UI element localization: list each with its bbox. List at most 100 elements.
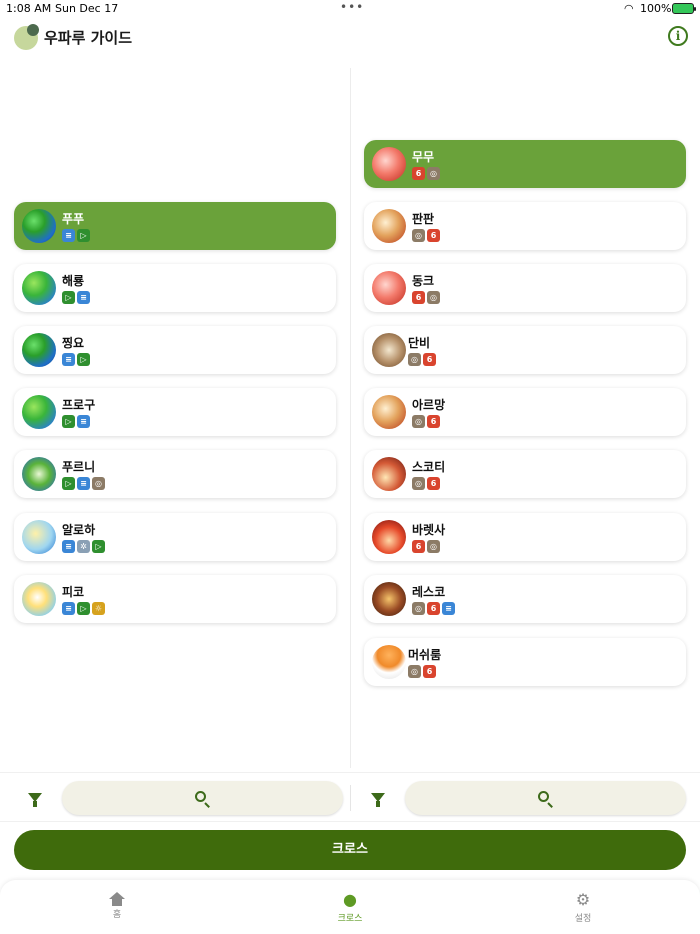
tab-bar: 홈 ● 크로스 ⚙ 설정	[0, 880, 700, 934]
gear-icon: ⚙	[575, 890, 591, 909]
monster-name: 무무	[412, 150, 435, 164]
ice-element-icon: ✲	[77, 540, 90, 553]
monster-name: 아르망	[412, 398, 446, 412]
list-item-right-3[interactable]: 단비 ◎ 6	[364, 326, 686, 374]
filter-divider	[350, 785, 351, 811]
monster-name: 레스코	[412, 585, 446, 599]
water-element-icon: ≡	[62, 540, 75, 553]
earth-element-icon: ◎	[92, 477, 105, 490]
monster-avatar	[372, 645, 406, 679]
element-badges: ≡ ✲ ▷	[62, 540, 105, 553]
monster-name: 단비	[408, 336, 431, 350]
list-item-left-5[interactable]: 알로하 ≡ ✲ ▷	[14, 513, 336, 561]
tab-settings[interactable]: ⚙ 설정	[543, 890, 623, 924]
element-badges: ◎ 6	[412, 477, 440, 490]
cross-button[interactable]: 크로스	[14, 830, 686, 870]
monster-avatar	[372, 457, 406, 491]
monster-avatar	[22, 271, 56, 305]
element-badges: ◎ 6	[408, 353, 436, 366]
monster-avatar	[372, 520, 406, 554]
monster-name: 해룡	[62, 274, 85, 288]
fire-element-icon: 6	[412, 291, 425, 304]
status-date: Sun Dec 17	[55, 2, 119, 15]
list-item-left-4[interactable]: 푸르니 ▷ ≡ ◎	[14, 450, 336, 498]
list-item-right-2[interactable]: 동크 6 ◎	[364, 264, 686, 312]
monster-name: 판판	[412, 212, 435, 226]
element-badges: ≡ ▷	[62, 353, 90, 366]
element-badges: ≡ ▷ ☼	[62, 602, 105, 615]
fire-element-icon: 6	[427, 477, 440, 490]
element-badges: ◎ 6	[412, 229, 440, 242]
list-item-left-6[interactable]: 피코 ≡ ▷ ☼	[14, 575, 336, 623]
earth-element-icon: ◎	[427, 167, 440, 180]
element-badges: 6 ◎	[412, 167, 440, 180]
monster-name: 스코티	[412, 460, 446, 474]
water-element-icon: ≡	[62, 602, 75, 615]
water-element-icon: ≡	[77, 477, 90, 490]
search-icon	[538, 791, 549, 802]
light-element-icon: ☼	[92, 602, 105, 615]
filter-icon[interactable]	[28, 793, 42, 807]
list-item-left-2[interactable]: 찡요 ≡ ▷	[14, 326, 336, 374]
list-item-right-6[interactable]: 바렛사 6 ◎	[364, 513, 686, 561]
element-badges: 6 ◎	[412, 540, 440, 553]
earth-element-icon: ◎	[408, 665, 421, 678]
list-item-right-4[interactable]: 아르망 ◎ 6	[364, 388, 686, 436]
battery-icon	[672, 3, 696, 14]
water-element-icon: ≡	[77, 415, 90, 428]
plant-element-icon: ▷	[92, 540, 105, 553]
monster-name: 프로구	[62, 398, 96, 412]
monster-name: 바렛사	[412, 523, 446, 537]
monster-name: 알로하	[62, 523, 96, 537]
monster-name: 동크	[412, 274, 435, 288]
tab-cross[interactable]: ● 크로스	[310, 890, 390, 924]
search-input-left[interactable]	[62, 781, 343, 815]
app-logo	[14, 24, 39, 50]
element-badges: ▷ ≡ ◎	[62, 477, 105, 490]
wifi-icon: ◠	[624, 2, 634, 15]
tab-label: 크로스	[337, 914, 363, 924]
fire-element-icon: 6	[427, 602, 440, 615]
tab-home[interactable]: 홈	[77, 890, 157, 920]
monster-name: 푸르니	[62, 460, 96, 474]
palette-icon: ●	[343, 890, 357, 909]
monster-avatar	[22, 582, 56, 616]
plant-element-icon: ▷	[77, 602, 90, 615]
earth-element-icon: ◎	[412, 229, 425, 242]
list-item-right-5[interactable]: 스코티 ◎ 6	[364, 450, 686, 498]
search-input-right[interactable]	[405, 781, 686, 815]
plant-element-icon: ▷	[62, 291, 75, 304]
list-item-right-7[interactable]: 레스코 ◎ 6 ≡	[364, 575, 686, 623]
earth-element-icon: ◎	[408, 353, 421, 366]
earth-element-icon: ◎	[412, 477, 425, 490]
list-item-right-1[interactable]: 판판 ◎ 6	[364, 202, 686, 250]
fire-element-icon: 6	[423, 353, 436, 366]
monster-avatar	[372, 333, 406, 367]
info-icon[interactable]: i	[668, 26, 688, 46]
tab-label: 홈	[112, 910, 122, 920]
status-bar: 1:08 AM Sun Dec 17 ••• ◠ 100%	[0, 0, 700, 18]
water-element-icon: ≡	[62, 229, 75, 242]
earth-element-icon: ◎	[427, 540, 440, 553]
app-header: 우파루 가이드 i	[0, 18, 700, 58]
element-badges: ◎ 6	[412, 415, 440, 428]
monster-avatar	[372, 147, 406, 181]
list-item-left-1[interactable]: 해룡 ▷ ≡	[14, 264, 336, 312]
multitasking-dots[interactable]: •••	[340, 0, 364, 14]
element-badges: 6 ◎	[412, 291, 440, 304]
element-badges: ▷ ≡	[62, 291, 90, 304]
filter-icon[interactable]	[371, 793, 385, 807]
fire-element-icon: 6	[423, 665, 436, 678]
monster-name: 피코	[62, 585, 85, 599]
earth-element-icon: ◎	[412, 602, 425, 615]
list-item-right-8[interactable]: 머쉬룸 ◎ 6	[364, 638, 686, 686]
list-item-left-0[interactable]: 푸푸 ≡ ▷	[14, 202, 336, 250]
monster-name: 찡요	[62, 336, 85, 350]
page-title: 우파루 가이드	[44, 29, 133, 47]
element-badges: ▷ ≡	[62, 415, 90, 428]
list-item-right-0[interactable]: 무무 6 ◎	[364, 140, 686, 188]
element-badges: ≡ ▷	[62, 229, 90, 242]
tab-label: 설정	[574, 914, 592, 924]
monster-avatar	[22, 520, 56, 554]
list-item-left-3[interactable]: 프로구 ▷ ≡	[14, 388, 336, 436]
